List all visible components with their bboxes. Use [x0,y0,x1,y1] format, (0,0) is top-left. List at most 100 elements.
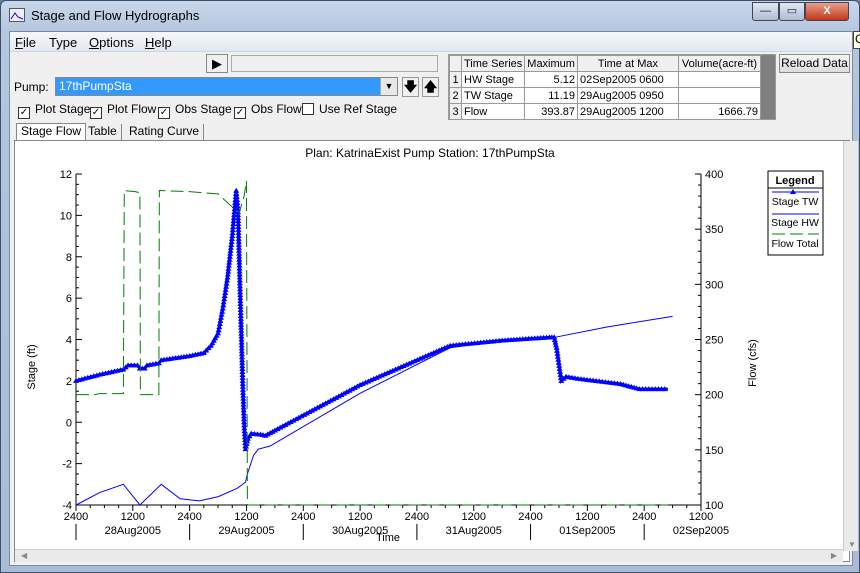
table-header: Time at Max [576,55,679,72]
reload-data-button[interactable]: Reload Data [779,54,850,73]
window-title: Stage and Flow Hydrographs [31,8,200,23]
series-line-stage-tw [75,190,668,450]
table-cell: Flow [460,103,526,120]
obs-stage-checkbox[interactable]: ✓ Obs Stage [158,102,232,119]
x-tick-label: 2400 [177,511,201,523]
x-tick-label: 2400 [405,511,429,523]
y-tick-label: 6 [66,293,72,305]
table-cell: TW Stage [460,87,526,104]
arrow-down-icon: 🡇 [403,79,418,94]
maximize-button[interactable]: ▭ [779,2,805,21]
minimize-button[interactable]: — [752,2,779,21]
horizontal-scrollbar[interactable]: ◀ ▶ [15,549,843,562]
use-ref-stage-checkbox[interactable]: Use Ref Stage [302,102,397,116]
legend-label: Stage TW [772,196,819,208]
table-cell: 5.12 [524,71,578,88]
y2-tick-label: 150 [705,445,723,457]
date-label: 30Aug2005 [332,525,388,537]
plot-stage-label: Plot Stage [35,102,91,116]
tab-stage-flow[interactable]: Stage Flow [16,123,87,141]
date-label: 02Sep2005 [673,525,729,537]
x-tick-label: 1200 [234,511,258,523]
checkbox-check-icon: ✓ [18,107,30,119]
table-cell [677,71,761,88]
legend-label: Stage HW [771,217,819,229]
plot-stage-checkbox[interactable]: ✓ Plot Stage [18,102,90,119]
pump-select-value: 17thPumpSta [59,79,132,93]
arrow-up-icon: 🡅 [423,79,438,94]
y2-tick-label: 300 [705,279,723,291]
table-header [449,55,462,72]
date-label: 29Aug2005 [218,525,274,537]
table-cell: 11.19 [524,87,578,104]
series-line-flow-total [76,180,668,506]
table-row[interactable]: 2 TW Stage 11.19 29Aug2005 0950 [449,87,761,104]
table-header: Maximum [524,55,578,72]
legend-title: Legend [775,175,814,187]
client-area: File Type Options Help ▶ Pump: 17thPumpS… [9,31,858,566]
obs-stage-label: Obs Stage [175,102,232,116]
checkbox-box [302,103,314,115]
pump-select[interactable]: 17thPumpSta ▼ [55,77,398,96]
x-tick-label: 1200 [575,511,599,523]
checkbox-check-icon: ✓ [158,107,170,119]
obs-flow-label: Obs Flow [251,102,302,116]
legend-label: Flow Total [771,238,818,250]
x-tick-label: 1200 [689,511,713,523]
y2-tick-label: 350 [705,224,723,236]
plot-flow-checkbox[interactable]: ✓ Plot Flow [90,102,156,119]
table-cell: 393.87 [524,103,578,120]
plot-flow-label: Plot Flow [107,102,157,116]
table-row[interactable]: 1 HW Stage 5.12 02Sep2005 0600 [449,71,761,88]
use-ref-stage-label: Use Ref Stage [319,102,398,116]
menu-bar: File Type Options Help [10,32,852,52]
checkbox-check-icon: ✓ [90,107,102,119]
date-label: 01Sep2005 [559,525,615,537]
row-number: 2 [449,87,462,104]
table-cell: 29Aug2005 0950 [576,87,679,104]
vertical-scrollbar[interactable]: ▼ [843,141,858,551]
y-tick-label: 10 [60,210,72,222]
legend: Legend Stage TW Stage HW Flow Total [767,170,824,256]
table-row[interactable]: 3 Flow 393.87 29Aug2005 1200 1666.79 [449,103,761,120]
play-button[interactable]: ▶ [206,54,228,73]
menu-options[interactable]: Options [89,35,134,50]
table-header: Time Series [460,55,526,72]
y2-tick-label: 250 [705,335,723,347]
y-axis-label: Stage (ft) [26,344,38,389]
y-tick-label: 12 [60,169,72,181]
tooltip: C [853,31,860,49]
y-tick-label: 2 [66,376,72,388]
chevron-down-icon[interactable]: ▼ [380,78,397,95]
table-cell: 29Aug2005 1200 [576,103,679,120]
x-tick-label: 1200 [348,511,372,523]
table-header: Volume(acre-ft) [677,55,761,72]
previous-pump-button[interactable]: 🡅 [422,77,439,97]
plot-panel: Plan: KatrinaExist Pump Station: 17thPum… [14,140,858,562]
title-bar[interactable]: Stage and Flow Hydrographs — ▭ X [1,1,859,31]
chart-title: Plan: KatrinaExist Pump Station: 17thPum… [305,146,555,160]
play-icon: ▶ [212,56,222,71]
tab-rating-curve[interactable]: Rating Curve [125,124,205,140]
menu-file[interactable]: File [15,35,36,50]
menu-help[interactable]: Help [145,35,172,50]
menu-type[interactable]: Type [49,35,77,50]
row-number: 3 [449,103,462,120]
table-cell: HW Stage [460,71,526,88]
tab-table[interactable]: Table [84,124,122,140]
table-cell: 1666.79 [677,103,761,120]
x-tick-label: 2400 [518,511,542,523]
next-pump-button[interactable]: 🡇 [402,77,419,97]
y-tick-label: 0 [66,417,72,429]
close-button[interactable]: X [805,2,849,21]
obs-flow-checkbox[interactable]: ✓ Obs Flow [234,102,302,119]
y2-tick-label: 400 [705,169,723,181]
checkbox-check-icon: ✓ [234,107,246,119]
hydrograph-app-icon [9,8,25,22]
row-number: 1 [449,71,462,88]
y-tick-label: 4 [66,335,72,347]
date-label: 31Aug2005 [446,525,502,537]
x-tick-label: 2400 [632,511,656,523]
y-tick-label: 8 [66,252,72,264]
x-tick-label: 1200 [461,511,485,523]
